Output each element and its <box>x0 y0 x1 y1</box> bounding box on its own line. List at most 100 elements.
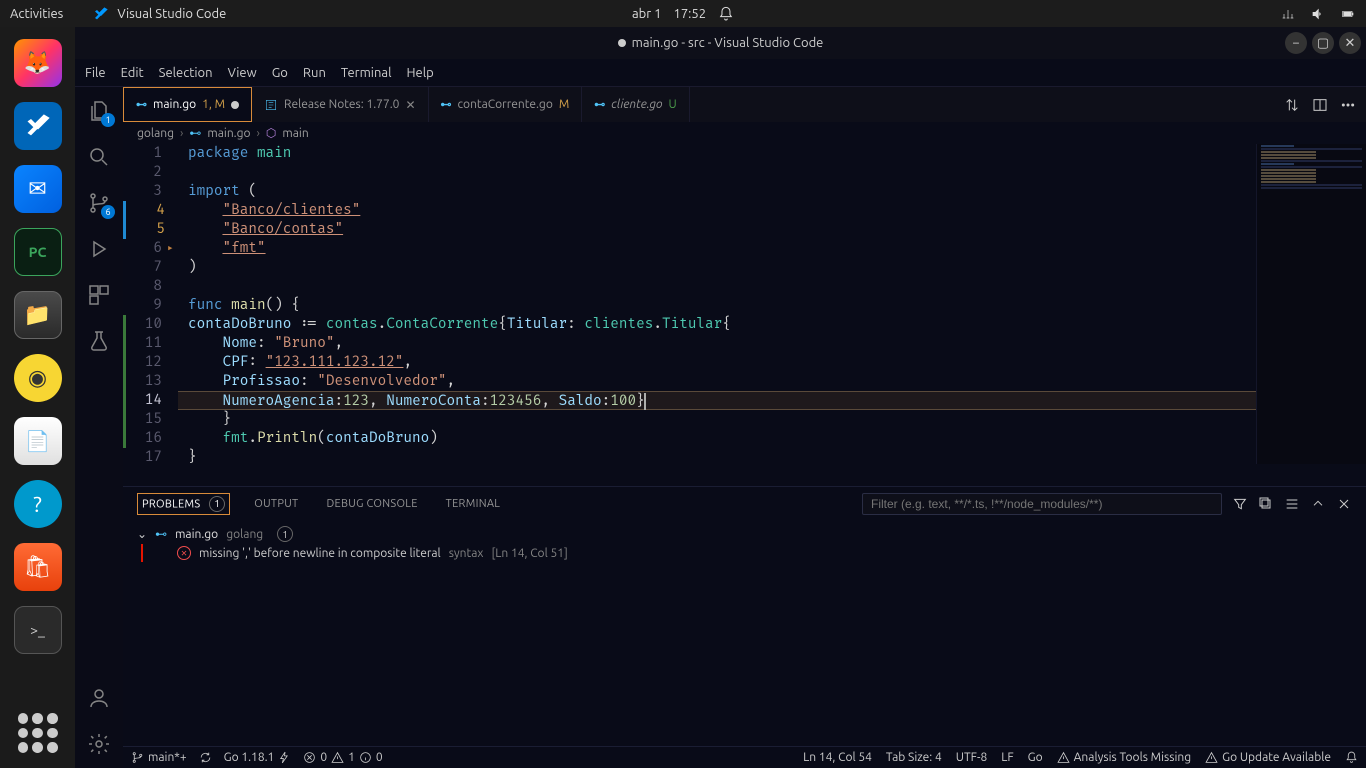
dock-vscode[interactable] <box>14 102 62 150</box>
activity-run-debug[interactable] <box>85 235 113 263</box>
tab-contacorrente-go[interactable]: ⊷ contaCorrente.go M <box>429 87 583 122</box>
active-app-label: Visual Studio Code <box>117 7 226 21</box>
filter-icon[interactable] <box>1232 496 1248 512</box>
panel-tab-output[interactable]: OUTPUT <box>250 496 302 512</box>
breadcrumb[interactable]: golang › ⊷ main.go › ⬡ main <box>123 122 1366 144</box>
code-content[interactable]: package mainimport ( "Banco/clientes" "B… <box>178 144 1366 486</box>
bottom-panel: PROBLEMS 1 OUTPUT DEBUG CONSOLE TERMINAL <box>123 486 1366 746</box>
more-actions-icon[interactable] <box>1340 97 1356 113</box>
explorer-badge: 1 <box>101 113 115 127</box>
menu-file[interactable]: File <box>85 66 106 80</box>
minimap[interactable] <box>1256 144 1366 464</box>
battery-icon[interactable] <box>1340 6 1356 22</box>
problem-file-row[interactable]: ⌄ ⊷ main.go golang 1 <box>137 524 1352 544</box>
problem-item[interactable]: ✕ missing ',' before newline in composit… <box>141 544 1352 562</box>
menu-run[interactable]: Run <box>303 66 326 80</box>
scm-badge: 6 <box>101 205 115 219</box>
close-tab-icon[interactable]: ✕ <box>405 98 415 112</box>
dock-show-apps[interactable] <box>18 713 58 753</box>
problem-file-count: 1 <box>277 526 293 542</box>
tab-suffix: 1, M <box>202 98 225 111</box>
maximize-button[interactable]: ▢ <box>1312 32 1334 54</box>
view-as-list-icon[interactable] <box>1284 496 1300 512</box>
activity-testing[interactable] <box>85 327 113 355</box>
activity-settings[interactable] <box>85 730 113 758</box>
activity-explorer[interactable]: 1 <box>85 97 113 125</box>
volume-icon[interactable] <box>1310 6 1326 22</box>
collapse-all-icon[interactable] <box>1258 496 1274 512</box>
status-encoding[interactable]: UTF-8 <box>956 751 987 764</box>
tab-main-go[interactable]: ⊷ main.go 1, M <box>123 87 252 122</box>
tab-status: M <box>559 98 569 111</box>
clock[interactable]: abr 1 17:52 <box>632 6 734 22</box>
maximize-panel-icon[interactable] <box>1310 496 1326 512</box>
bell-icon <box>1345 751 1358 764</box>
menu-view[interactable]: View <box>228 66 257 80</box>
beaker-icon <box>87 329 111 353</box>
tab-status: U <box>669 98 677 111</box>
dock-pycharm[interactable]: PC <box>14 228 62 276</box>
code-editor[interactable]: 1234567891011121314151617 package mainim… <box>123 144 1366 486</box>
problems-filter-input[interactable] <box>862 493 1222 515</box>
editor-area: ⊷ main.go 1, M Release Notes: 1.77.0 ✕ ⊷… <box>123 87 1366 768</box>
tab-actions <box>1274 87 1366 122</box>
breadcrumb-symbol[interactable]: main <box>282 127 308 140</box>
compare-changes-icon[interactable] <box>1284 97 1300 113</box>
menu-selection[interactable]: Selection <box>159 66 213 80</box>
problems-count-badge: 1 <box>209 496 225 512</box>
dock-terminal[interactable]: >_ <box>14 606 62 654</box>
tab-cliente-go[interactable]: ⊷ cliente.go U <box>582 87 689 122</box>
activity-bar: 1 6 <box>75 87 123 768</box>
problem-file-name: main.go <box>175 528 218 541</box>
status-tab-size[interactable]: Tab Size: 4 <box>886 751 942 764</box>
status-problems[interactable]: 0 1 0 <box>303 751 382 764</box>
active-app[interactable]: Visual Studio Code <box>93 6 226 22</box>
time-label: 17:52 <box>674 7 707 21</box>
error-icon: ✕ <box>177 546 191 560</box>
dock-libreoffice[interactable]: 📄 <box>14 417 62 465</box>
menu-help[interactable]: Help <box>406 66 433 80</box>
breadcrumb-folder[interactable]: golang <box>137 127 174 140</box>
activity-extensions[interactable] <box>85 281 113 309</box>
status-eol[interactable]: LF <box>1001 751 1013 764</box>
warning-icon <box>1057 751 1070 764</box>
status-sync[interactable] <box>199 751 212 764</box>
close-window-button[interactable]: ✕ <box>1339 32 1361 54</box>
status-analysis-tools[interactable]: Analysis Tools Missing <box>1057 751 1191 764</box>
dock-rhythmbox[interactable]: ◉ <box>14 354 62 402</box>
minimize-button[interactable]: − <box>1285 32 1307 54</box>
chevron-down-icon: ⌄ <box>137 527 147 541</box>
menu-edit[interactable]: Edit <box>121 66 144 80</box>
panel-tab-terminal[interactable]: TERMINAL <box>442 496 505 512</box>
activity-source-control[interactable]: 6 <box>85 189 113 217</box>
status-branch[interactable]: main*+ <box>131 751 187 764</box>
dock-thunderbird[interactable]: ✉ <box>14 165 62 213</box>
menu-terminal[interactable]: Terminal <box>341 66 392 80</box>
menu-go[interactable]: Go <box>272 66 288 80</box>
status-go-version[interactable]: Go 1.18.1 <box>224 751 292 764</box>
tab-label: Release Notes: 1.77.0 <box>284 98 399 111</box>
line-gutter: 1234567891011121314151617 <box>123 144 178 486</box>
activity-search[interactable] <box>85 143 113 171</box>
close-panel-icon[interactable] <box>1336 496 1352 512</box>
dock-help[interactable]: ? <box>14 480 62 528</box>
activities-label[interactable]: Activities <box>10 7 63 21</box>
status-language[interactable]: Go <box>1028 751 1043 764</box>
tab-release-notes[interactable]: Release Notes: 1.77.0 ✕ <box>252 87 428 122</box>
network-icon[interactable] <box>1280 6 1296 22</box>
editor-tabs: ⊷ main.go 1, M Release Notes: 1.77.0 ✕ ⊷… <box>123 87 1366 122</box>
status-cursor-position[interactable]: Ln 14, Col 54 <box>803 751 872 764</box>
dock-software[interactable]: 🛍 <box>14 543 62 591</box>
split-editor-icon[interactable] <box>1312 97 1328 113</box>
git-branch-icon <box>131 751 144 764</box>
dock-files[interactable]: 📁 <box>14 291 62 339</box>
status-go-update[interactable]: Go Update Available <box>1205 751 1331 764</box>
breadcrumb-file[interactable]: main.go <box>207 127 250 140</box>
play-bug-icon <box>87 237 111 261</box>
panel-tab-debug-console[interactable]: DEBUG CONSOLE <box>322 496 421 512</box>
panel-tab-problems[interactable]: PROBLEMS 1 <box>137 493 230 515</box>
status-notifications[interactable] <box>1345 751 1358 764</box>
activity-accounts[interactable] <box>85 684 113 712</box>
dock-firefox[interactable]: 🦊 <box>14 39 62 87</box>
gear-icon <box>87 732 111 756</box>
